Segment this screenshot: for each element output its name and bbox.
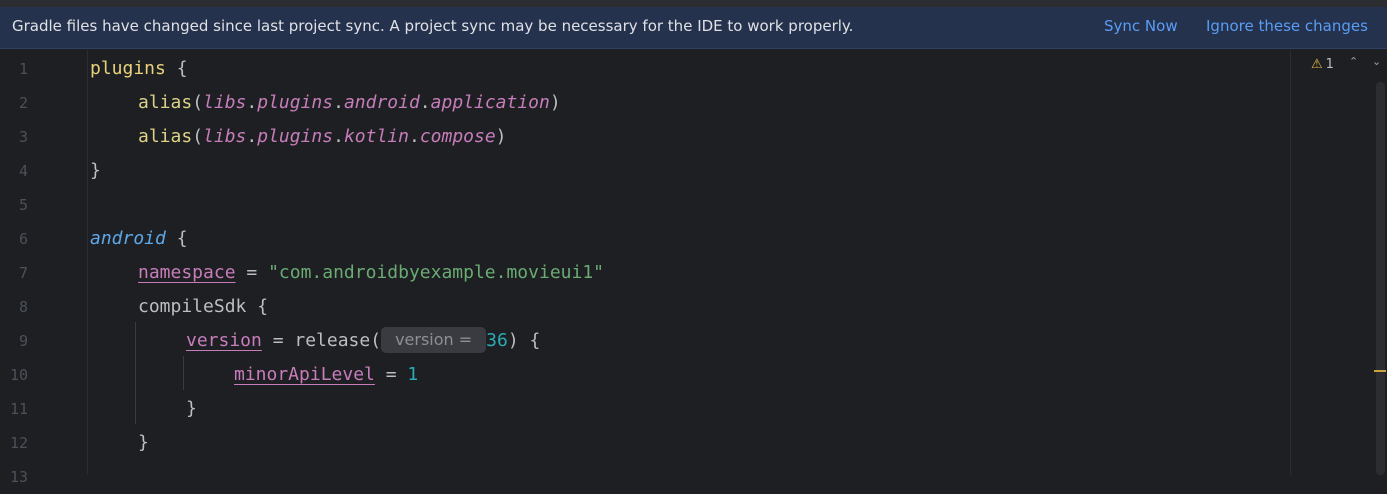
line-number: 4 [18,162,28,180]
indent-guide [135,322,136,424]
line-number: 11 [9,400,28,418]
vertical-scrollbar[interactable] [1376,82,1385,475]
token-property: minorApiLevel [234,364,375,385]
line-number: 6 [18,230,28,248]
banner-message: Gradle files have changed since last pro… [12,17,854,35]
inspection-widget[interactable]: ⚠ 1 [1311,55,1334,73]
chevron-up-icon[interactable]: ⌃ [1349,55,1358,68]
token-brace: } [138,432,149,453]
warning-triangle-icon: ⚠ [1311,56,1323,72]
line-number: 7 [18,264,28,282]
token-property: libs [203,92,247,113]
code-editor[interactable]: 1 2 3 4 5 6 7 8 9 10 11 12 13 plugins { … [0,50,1387,486]
token-paren: ) { [507,330,541,351]
chevron-down-icon[interactable]: ⌄ [1372,55,1381,68]
line-number: 5 [18,196,28,214]
code-line-3[interactable]: alias(libs.plugins.kotlin.compose) [138,120,507,154]
token-dot: . [419,92,431,113]
line-number: 8 [18,298,28,316]
token-string: "com.androidbyexample.movieui1" [268,262,605,283]
code-line-1[interactable]: plugins { [90,52,188,86]
token-property: namespace [138,262,236,283]
line-number: 2 [18,94,28,112]
code-line-2[interactable]: alias(libs.plugins.android.application) [138,86,561,120]
token-brace: } [90,160,101,181]
token-function: alias [138,126,193,147]
code-line-8[interactable]: compileSdk { [138,290,268,324]
token-dot: . [408,126,420,147]
token-property: compose [419,126,496,147]
line-number: 3 [18,128,28,146]
editor-right-margin [1290,50,1387,475]
token-operator: = [235,262,269,283]
gutter-divider [87,50,88,475]
token-dot: . [246,126,258,147]
token-brace: } [186,398,197,419]
code-line-6[interactable]: android { [90,222,188,256]
token-property: plugins [257,126,334,147]
token-property: version [186,330,262,351]
token-brace: { [165,58,188,79]
token-reference: android [90,228,166,249]
token-function: alias [138,92,193,113]
token-property: kotlin [343,126,409,147]
token-paren: ( [192,126,204,147]
token-property: android [343,92,420,113]
sync-now-link[interactable]: Sync Now [1104,17,1178,35]
token-paren: ( [192,92,204,113]
code-line-9[interactable]: version = release(version = 36) { [186,324,540,358]
parameter-name-hint[interactable]: version = [381,327,487,353]
window-top-strip [0,0,1387,7]
token-paren: ) [549,92,561,113]
line-number: 12 [9,434,28,452]
ignore-changes-link[interactable]: Ignore these changes [1206,17,1368,35]
gradle-sync-banner: Gradle files have changed since last pro… [0,7,1387,49]
token-brace: { [246,296,269,317]
token-number: 1 [407,364,419,385]
code-line-10[interactable]: minorApiLevel = 1 [234,358,418,392]
token-operator: = [261,330,295,351]
token-operator: = [374,364,408,385]
warning-count: 1 [1325,56,1334,72]
token-dot: . [333,92,344,113]
line-number: 9 [18,332,28,350]
token-paren: ) [495,126,507,147]
code-line-7[interactable]: namespace = "com.androidbyexample.movieu… [138,256,604,290]
token-number: 36 [486,330,508,351]
token-dot: . [246,92,258,113]
token-brace: { [165,228,188,249]
line-number: 1 [18,60,28,78]
code-line-12[interactable]: } [138,426,149,460]
indent-guide [183,356,184,390]
token-property: plugins [257,92,334,113]
token-function: release( [294,330,382,351]
token-dot: . [333,126,344,147]
code-line-4[interactable]: } [90,154,101,188]
code-line-11[interactable]: } [186,392,197,426]
token-keyword: plugins [90,58,166,79]
line-number: 13 [9,468,28,486]
token-property: libs [203,126,247,147]
line-number: 10 [9,366,28,384]
token-function: compileSdk [138,296,247,317]
token-property: application [430,92,550,113]
line-number-gutter[interactable]: 1 2 3 4 5 6 7 8 9 10 11 12 13 [0,50,88,486]
scrollbar-warning-marker[interactable] [1374,370,1386,372]
